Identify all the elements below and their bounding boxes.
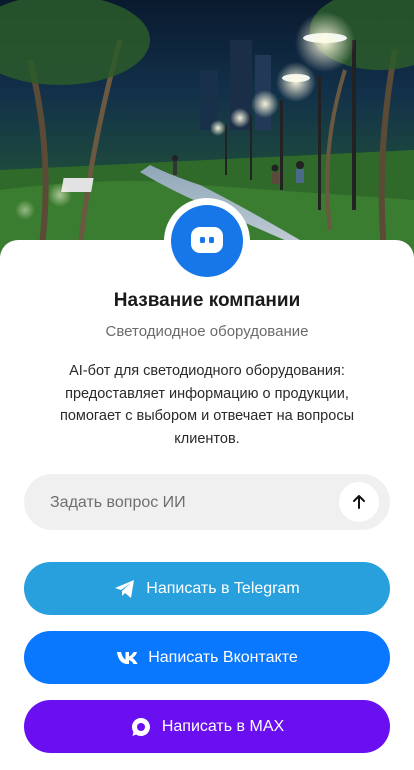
max-button[interactable]: Написать в MAX — [24, 700, 390, 753]
vk-button-label: Написать Вконтакте — [148, 648, 298, 666]
ask-ai-field[interactable] — [24, 474, 390, 532]
max-button-label: Написать в MAX — [161, 717, 285, 735]
ask-ai-input[interactable] — [48, 474, 352, 532]
chat-bot-icon — [171, 205, 243, 277]
vk-button[interactable]: Написать Вконтакте — [24, 631, 390, 684]
max-icon — [130, 716, 152, 738]
telegram-icon — [114, 579, 136, 599]
vk-icon — [116, 651, 138, 665]
arrow-up-icon — [353, 495, 365, 509]
send-button[interactable] — [339, 482, 379, 522]
company-description: AI-бот для светодиодного оборудования: п… — [59, 363, 354, 447]
company-name: Название компании — [113, 290, 301, 311]
telegram-button-label: Написать в Telegram — [146, 579, 300, 597]
company-category: Светодиодное оборудование — [105, 323, 309, 340]
telegram-button[interactable]: Написать в Telegram — [24, 562, 390, 615]
